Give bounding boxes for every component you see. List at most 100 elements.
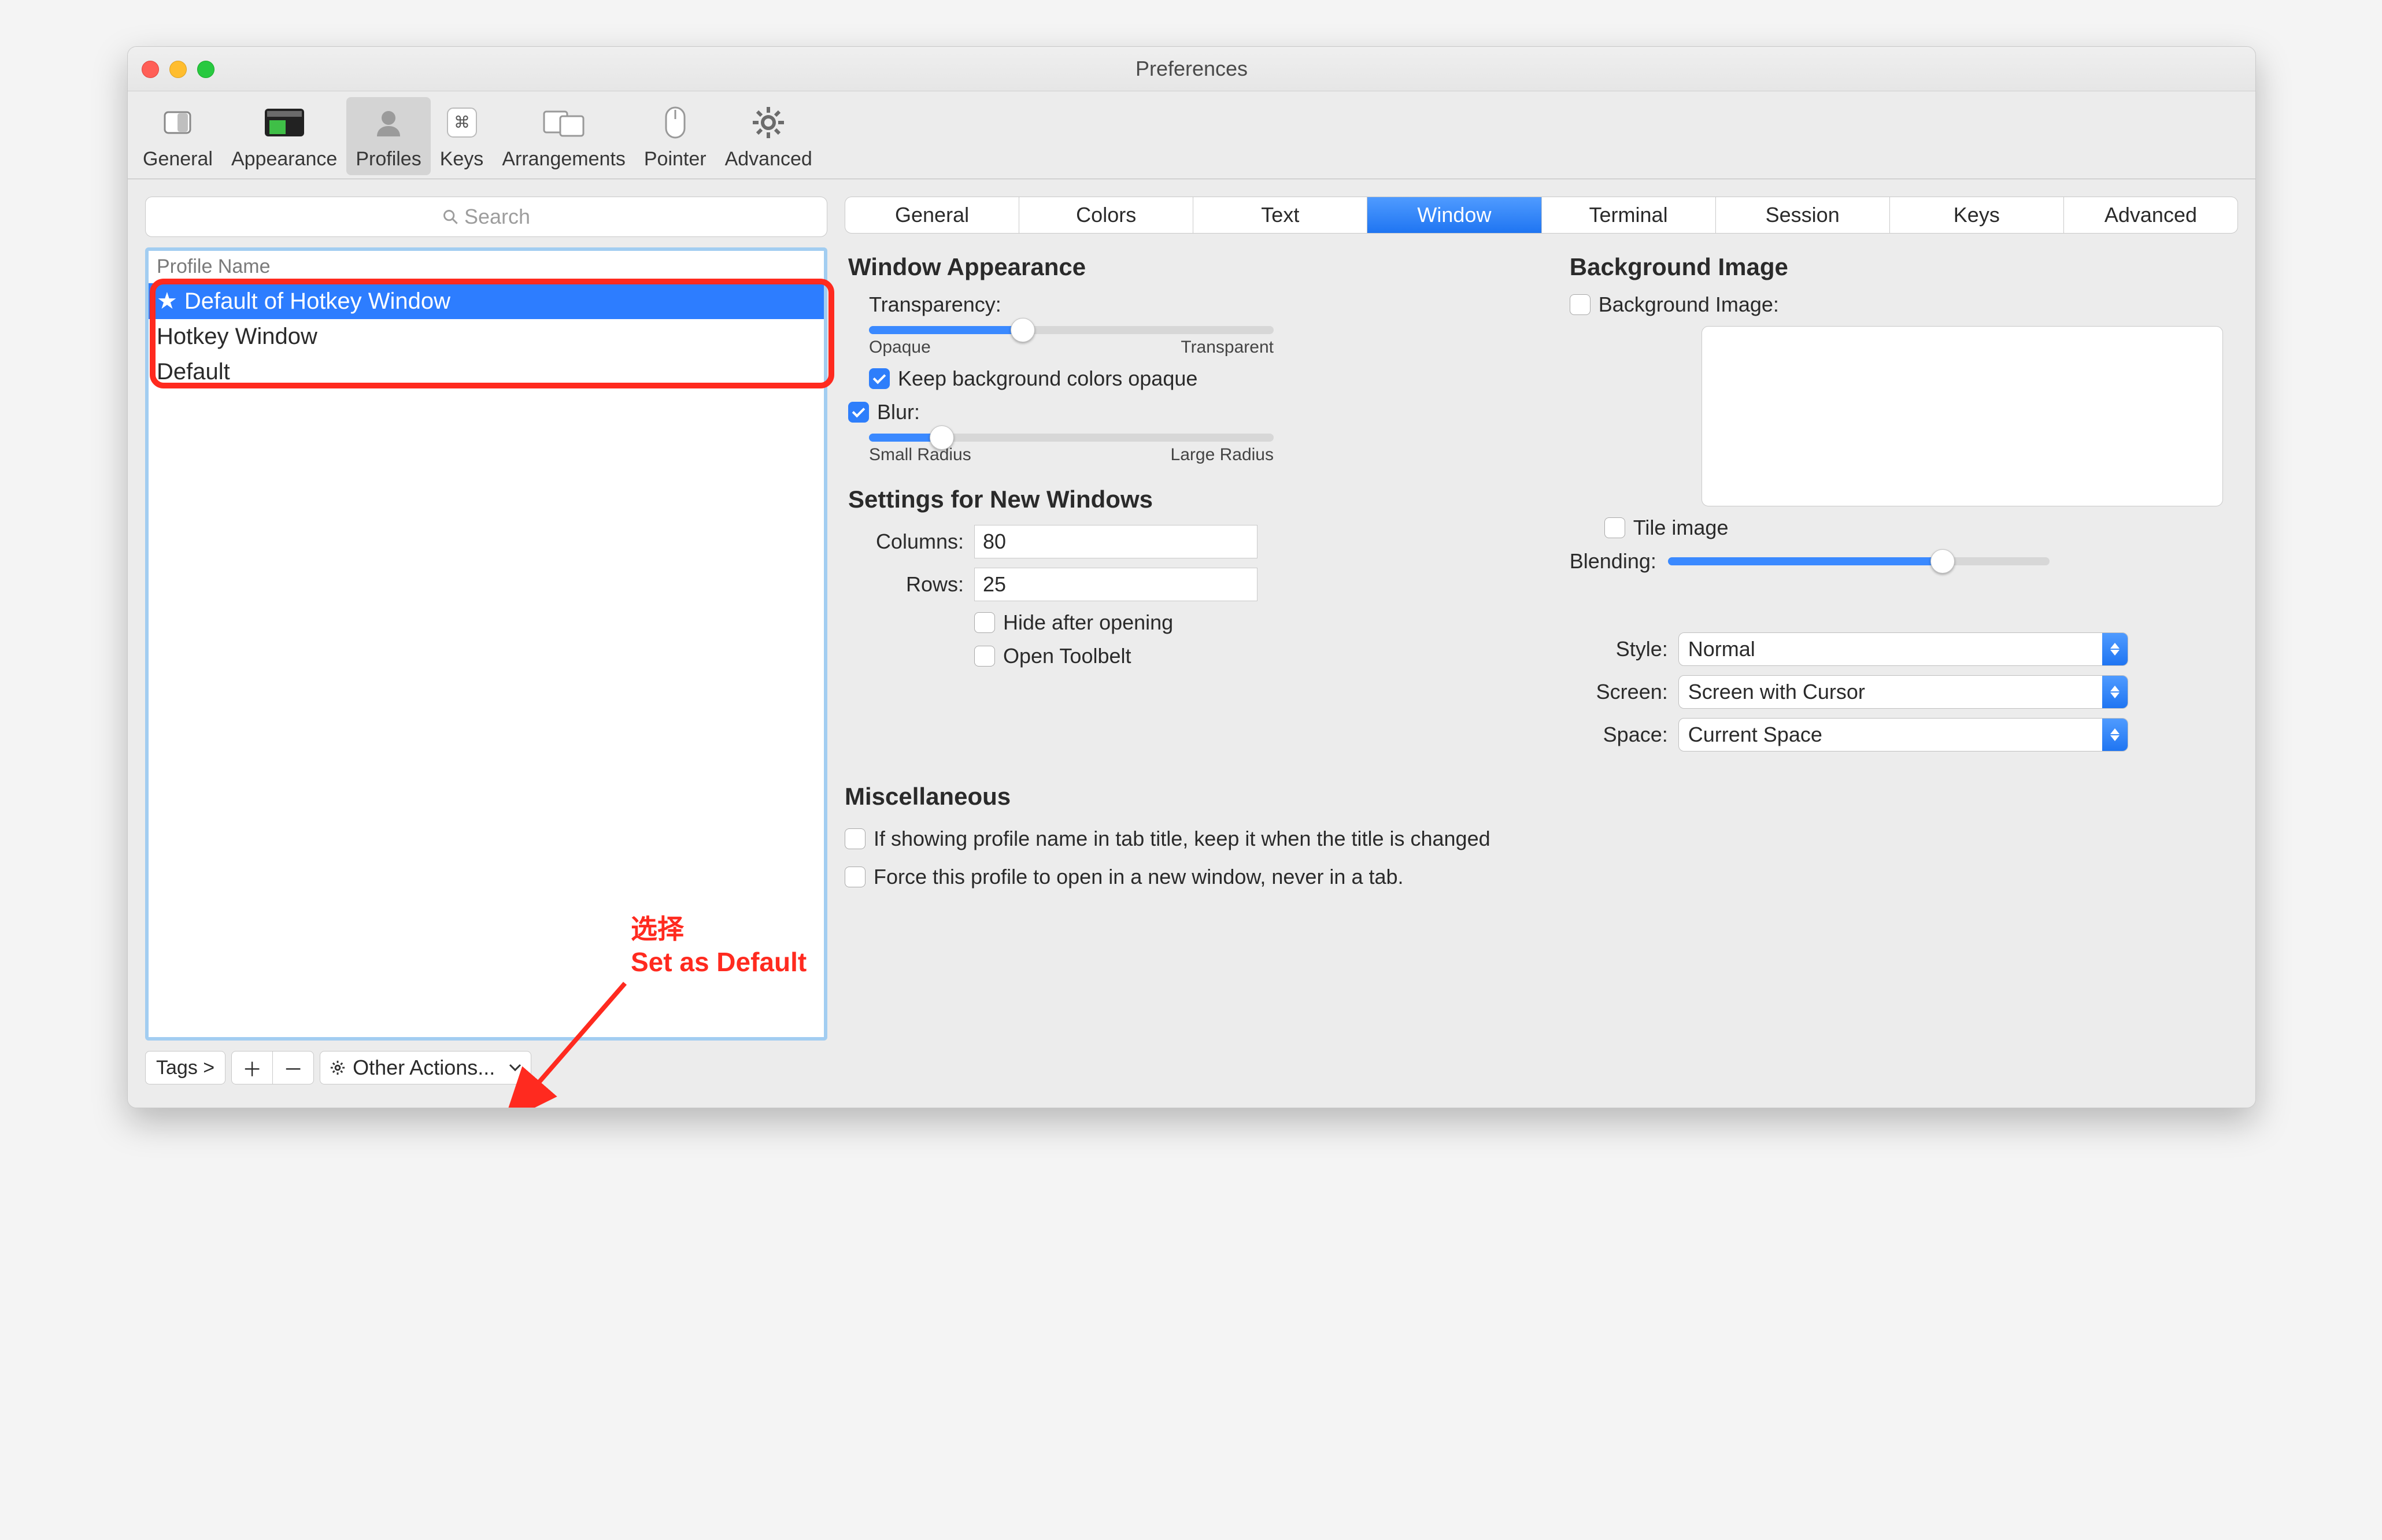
rows-label: Rows:	[848, 572, 964, 597]
other-actions-label: Other Actions...	[353, 1056, 495, 1080]
switch-icon	[157, 102, 198, 143]
toolbar-tab-arrangements[interactable]: Arrangements	[493, 97, 635, 175]
inner-tab-general[interactable]: General	[845, 197, 1019, 233]
checkbox-icon	[845, 867, 865, 887]
toolbar-tab-keys[interactable]: ⌘ Keys	[431, 97, 493, 175]
svg-text:⌘: ⌘	[454, 113, 470, 131]
content-area: Search Profile Name ★ Default of Hotkey …	[128, 179, 2255, 1108]
gear-icon	[748, 102, 789, 143]
space-value: Current Space	[1688, 723, 1822, 747]
hide-after-opening-label: Hide after opening	[1003, 610, 1173, 635]
inner-tab-text[interactable]: Text	[1193, 197, 1367, 233]
gear-icon	[330, 1060, 346, 1076]
add-profile-button[interactable]: ＋	[231, 1051, 273, 1084]
toolbar-tab-label: Keys	[440, 148, 484, 171]
hide-after-opening-checkbox[interactable]: Hide after opening	[974, 610, 1173, 635]
profile-item-label: Hotkey Window	[157, 324, 317, 350]
chevron-down-icon	[509, 1064, 521, 1072]
background-image-well[interactable]	[1702, 326, 2223, 506]
remove-profile-button[interactable]: －	[273, 1051, 314, 1084]
plus-icon: ＋	[242, 1054, 262, 1082]
toolbar-tab-label: Advanced	[725, 148, 812, 171]
inner-tab-session[interactable]: Session	[1716, 197, 1890, 233]
select-arrows-icon	[2102, 633, 2128, 665]
checkbox-icon	[974, 646, 995, 667]
inner-tab-terminal[interactable]: Terminal	[1542, 197, 1716, 233]
space-select[interactable]: Current Space	[1678, 718, 2128, 752]
keep-opaque-checkbox[interactable]: Keep background colors opaque	[848, 367, 1547, 391]
blur-slider[interactable]	[869, 434, 1274, 442]
columns-label: Columns:	[848, 530, 964, 554]
tile-image-label: Tile image	[1633, 516, 1729, 540]
open-toolbelt-checkbox[interactable]: Open Toolbelt	[974, 644, 1131, 668]
preferences-toolbar: General Appearance Profiles ⌘ Keys	[128, 91, 2255, 179]
toolbar-tab-label: Appearance	[231, 148, 337, 171]
toolbar-tab-label: General	[143, 148, 213, 171]
profile-item-hotkey-window[interactable]: Hotkey Window	[149, 319, 824, 354]
window-controls	[142, 61, 214, 78]
tags-button[interactable]: Tags >	[145, 1051, 225, 1084]
toolbar-tab-appearance[interactable]: Appearance	[222, 97, 346, 175]
window-title: Preferences	[142, 57, 2242, 81]
profile-item-default-hotkey[interactable]: ★ Default of Hotkey Window	[149, 283, 824, 319]
blur-max-label: Large Radius	[1171, 445, 1274, 465]
toolbar-tab-general[interactable]: General	[134, 97, 222, 175]
close-window-button[interactable]	[142, 61, 159, 78]
other-actions-dropdown[interactable]: Other Actions...	[320, 1051, 531, 1084]
blur-min-label: Small Radius	[869, 445, 971, 465]
toolbar-tab-advanced[interactable]: Advanced	[716, 97, 822, 175]
zoom-window-button[interactable]	[197, 61, 214, 78]
columns-field[interactable]: 80	[974, 525, 1257, 558]
profiles-header: Profile Name	[149, 251, 824, 283]
toolbar-tab-profiles[interactable]: Profiles	[346, 97, 430, 175]
toolbar-tab-pointer[interactable]: Pointer	[635, 97, 716, 175]
select-arrows-icon	[2102, 676, 2128, 708]
checkbox-icon	[848, 402, 869, 423]
inner-tab-colors[interactable]: Colors	[1019, 197, 1193, 233]
star-icon: ★	[157, 288, 177, 314]
window-settings-left-col: Window Appearance Transparency: Opaque T…	[848, 253, 1547, 752]
profile-item-default[interactable]: Default	[149, 354, 824, 390]
profiles-list-container: Profile Name ★ Default of Hotkey Window …	[145, 247, 827, 1041]
profile-inner-tabs: General Colors Text Window Terminal Sess…	[845, 197, 2238, 234]
arrangements-icon	[543, 102, 585, 143]
inner-tab-advanced[interactable]: Advanced	[2064, 197, 2237, 233]
appearance-icon	[264, 102, 305, 143]
select-arrows-icon	[2102, 719, 2128, 751]
keep-profile-name-checkbox[interactable]: If showing profile name in tab title, ke…	[845, 827, 2238, 851]
mouse-icon	[654, 102, 696, 143]
inner-tab-keys[interactable]: Keys	[1890, 197, 2064, 233]
keep-profile-name-label: If showing profile name in tab title, ke…	[874, 827, 1490, 851]
blending-label: Blending:	[1570, 549, 1656, 573]
tile-image-checkbox[interactable]: Tile image	[1604, 516, 2235, 540]
checkbox-icon	[974, 612, 995, 633]
profile-search-input[interactable]: Search	[145, 197, 827, 237]
screen-label: Screen:	[1570, 680, 1668, 704]
profile-settings-panel: General Colors Text Window Terminal Sess…	[845, 197, 2238, 1084]
open-toolbelt-label: Open Toolbelt	[1003, 644, 1131, 668]
background-image-checkbox[interactable]: Background Image:	[1570, 293, 2235, 317]
window-settings-panel: Window Appearance Transparency: Opaque T…	[845, 247, 2238, 757]
profile-icon	[368, 102, 409, 143]
inner-tab-window[interactable]: Window	[1367, 197, 1541, 233]
window-appearance-heading: Window Appearance	[848, 253, 1547, 281]
blending-slider[interactable]	[1668, 557, 2050, 565]
space-label: Space:	[1570, 723, 1668, 747]
profile-item-label: Default of Hotkey Window	[184, 288, 450, 314]
toolbar-tab-label: Profiles	[356, 148, 421, 171]
new-windows-heading: Settings for New Windows	[848, 486, 1547, 513]
background-image-label: Background Image:	[1599, 293, 1779, 317]
style-select[interactable]: Normal	[1678, 632, 2128, 666]
profile-item-label: Default	[157, 359, 230, 385]
window-settings-right-col: Background Image Background Image: Tile …	[1570, 253, 2235, 752]
blur-checkbox[interactable]: Blur:	[848, 400, 1547, 424]
minimize-window-button[interactable]	[169, 61, 187, 78]
screen-select[interactable]: Screen with Cursor	[1678, 675, 2128, 709]
checkbox-icon	[869, 368, 890, 389]
force-new-window-checkbox[interactable]: Force this profile to open in a new wind…	[845, 865, 2238, 889]
profiles-sidebar: Search Profile Name ★ Default of Hotkey …	[145, 197, 827, 1084]
transparency-slider[interactable]	[869, 326, 1274, 334]
style-value: Normal	[1688, 637, 1755, 661]
blur-label: Blur:	[877, 400, 920, 424]
rows-field[interactable]: 25	[974, 568, 1257, 601]
